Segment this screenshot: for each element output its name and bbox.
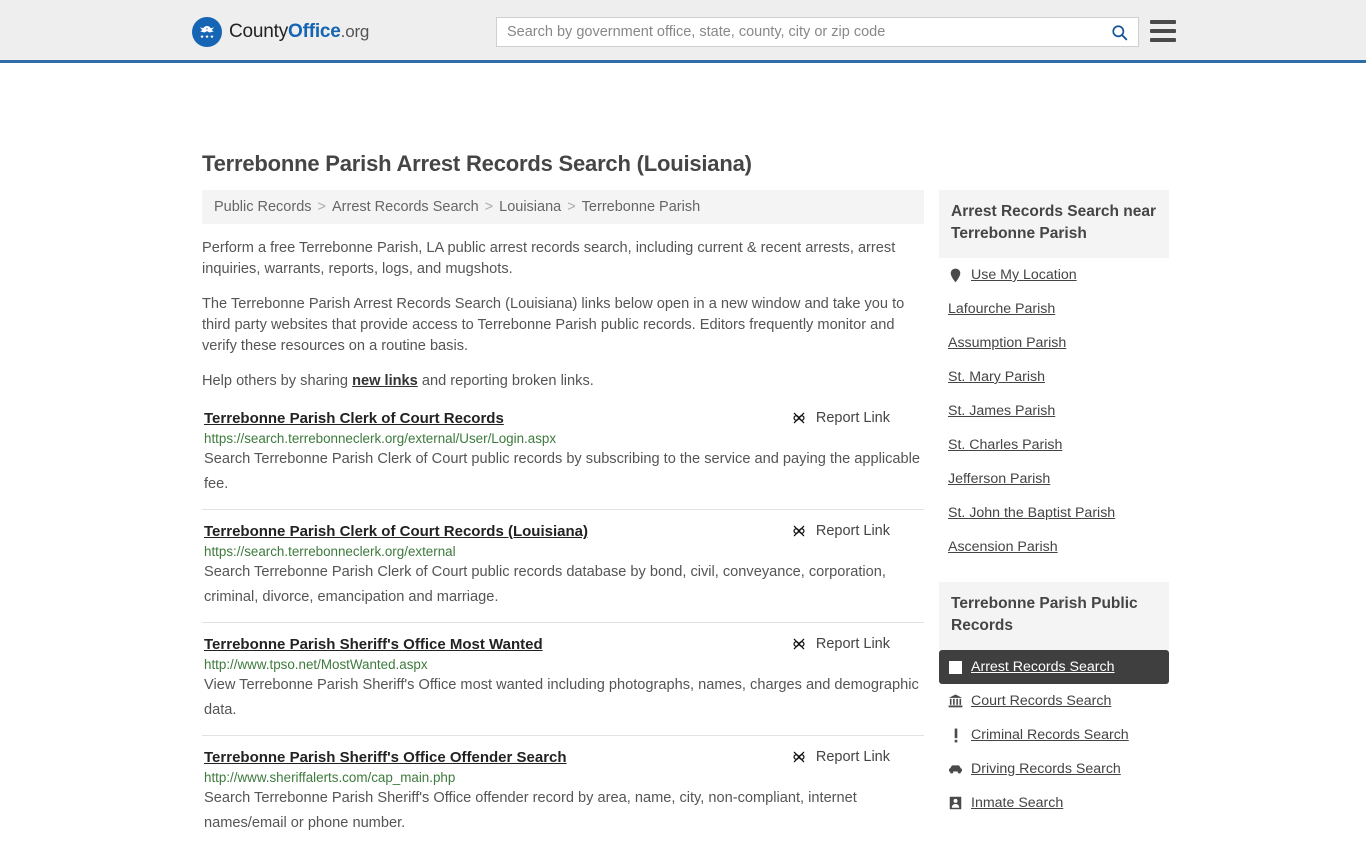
sidebar-link-label[interactable]: Jefferson Parish: [948, 471, 1050, 487]
intro-paragraph-2: The Terrebonne Parish Arrest Records Sea…: [202, 296, 905, 354]
sidebar-item-jefferson-parish[interactable]: Jefferson Parish: [939, 462, 1169, 496]
result-description: Search Terrebonne Parish Sheriff's Offic…: [204, 790, 857, 831]
report-link-label: Report Link: [815, 410, 890, 426]
broken-link-icon: [793, 412, 805, 424]
sidebar-link-label[interactable]: Use My Location: [971, 267, 1077, 283]
result-description: View Terrebonne Parish Sheriff's Office …: [204, 677, 919, 718]
inmate-icon: [948, 796, 963, 810]
broken-link-icon: [793, 525, 805, 537]
result-title[interactable]: Terrebonne Parish Clerk of Court Records: [204, 410, 504, 427]
intro-p3-before: Help others by sharing: [202, 373, 353, 389]
public-records-list: Arrest Records Search Court Records Sear…: [939, 650, 1169, 820]
page-title: Terrebonne Parish Arrest Records Search …: [202, 151, 752, 176]
sidebar-link-label[interactable]: Criminal Records Search: [971, 727, 1129, 743]
report-link-button[interactable]: Report Link: [791, 636, 890, 652]
sidebar-item-criminal-records-search[interactable]: Criminal Records Search: [939, 718, 1169, 752]
result-description: Search Terrebonne Parish Clerk of Court …: [204, 451, 921, 492]
sidebar-item-driving-records-search[interactable]: Driving Records Search: [939, 752, 1169, 786]
logo-text-org: .org: [340, 22, 370, 41]
breadcrumb: Public Records > Arrest Records Search > Lou…: [202, 190, 924, 224]
sidebar-link-label[interactable]: St. Charles Parish: [948, 437, 1062, 453]
breadcrumb-separator: >: [317, 199, 326, 215]
intro-p3-after: and reporting broken links.: [417, 373, 594, 389]
intro-paragraph-1: Perform a free Terrebonne Parish, LA pub…: [202, 240, 896, 277]
report-link-label: Report Link: [815, 749, 890, 765]
report-link-button[interactable]: Report Link: [791, 523, 890, 539]
result-url[interactable]: https://search.terrebonneclerk.org/exter…: [204, 431, 924, 446]
sidebar-link-label[interactable]: Driving Records Search: [971, 761, 1121, 777]
report-link-button[interactable]: Report Link: [791, 749, 890, 765]
car-icon: [948, 764, 963, 775]
result-item: Terrebonne Parish Sheriff's Office Offen…: [202, 735, 924, 848]
sidebar-item-st-mary-parish[interactable]: St. Mary Parish: [939, 360, 1169, 394]
sidebar-link-label[interactable]: Lafourche Parish: [948, 301, 1055, 317]
report-link-label: Report Link: [815, 636, 890, 652]
sidebar-link-label[interactable]: St. John the Baptist Parish: [948, 505, 1115, 521]
sidebar-item-ascension-parish[interactable]: Ascension Parish: [939, 530, 1169, 564]
sidebar-item-assumption-parish[interactable]: Assumption Parish: [939, 326, 1169, 360]
sidebar-item-st-james-parish[interactable]: St. James Parish: [939, 394, 1169, 428]
site-logo[interactable]: CountyOffice.org: [192, 17, 369, 47]
logo-text-county: County: [229, 21, 289, 42]
courthouse-icon: [948, 694, 963, 708]
sidebar-link-label[interactable]: Arrest Records Search: [971, 659, 1115, 675]
site-header: CountyOffice.org: [0, 0, 1366, 63]
hamburger-menu-icon[interactable]: [1150, 20, 1176, 42]
breadcrumb-item-0[interactable]: Public Records: [214, 199, 312, 215]
nearby-panel-heading: Arrest Records Search near Terrebonne Pa…: [939, 190, 1169, 258]
intro-text: Perform a free Terrebonne Parish, LA pub…: [202, 224, 924, 392]
sidebar-link-label[interactable]: Court Records Search: [971, 693, 1111, 709]
search-button[interactable]: [1100, 18, 1138, 46]
search-icon: [1111, 24, 1127, 40]
result-item: Terrebonne Parish Clerk of Court Records…: [202, 406, 924, 509]
main-content: Public Records > Arrest Records Search > Lou…: [202, 190, 924, 848]
report-link-label: Report Link: [815, 523, 890, 539]
sidebar-link-label[interactable]: Assumption Parish: [948, 335, 1066, 351]
search-bar: [496, 17, 1139, 47]
result-title[interactable]: Terrebonne Parish Clerk of Court Records…: [204, 523, 588, 540]
broken-link-icon: [793, 751, 805, 763]
result-title[interactable]: Terrebonne Parish Sheriff's Office Most …: [204, 636, 543, 653]
breadcrumb-separator: >: [484, 199, 494, 215]
logo-text-office: Office: [288, 21, 341, 42]
results-list: Terrebonne Parish Clerk of Court Records…: [202, 406, 924, 848]
result-item: Terrebonne Parish Sheriff's Office Most …: [202, 622, 924, 735]
sidebar-item-inmate-search[interactable]: Inmate Search: [939, 786, 1169, 820]
breadcrumb-separator: >: [567, 199, 576, 215]
result-item: Terrebonne Parish Clerk of Court Records…: [202, 509, 924, 622]
sidebar-item-st-john-the-baptist-parish[interactable]: St. John the Baptist Parish: [939, 496, 1169, 530]
map-pin-icon: [948, 268, 963, 283]
breadcrumb-item-2[interactable]: Louisiana: [499, 199, 561, 215]
sidebar-item-use-my-location[interactable]: Use My Location: [939, 258, 1169, 292]
result-title[interactable]: Terrebonne Parish Sheriff's Office Offen…: [204, 749, 567, 766]
result-url[interactable]: http://www.tpso.net/MostWanted.aspx: [204, 657, 924, 672]
sidebar-item-st-charles-parish[interactable]: St. Charles Parish: [939, 428, 1169, 462]
new-links-link[interactable]: new links: [352, 373, 418, 389]
result-url[interactable]: http://www.sheriffalerts.com/cap_main.ph…: [204, 770, 924, 785]
breadcrumb-item-3[interactable]: Terrebonne Parish: [582, 199, 701, 215]
sidebar-link-label[interactable]: St. James Parish: [948, 403, 1055, 419]
report-link-button[interactable]: Report Link: [791, 410, 890, 426]
search-input[interactable]: [497, 18, 1100, 46]
eagle-seal-icon: [192, 17, 222, 47]
result-description: Search Terrebonne Parish Clerk of Court …: [204, 564, 886, 605]
sidebar: Arrest Records Search near Terrebonne Pa…: [939, 190, 1169, 820]
sidebar-item-court-records-search[interactable]: Court Records Search: [939, 684, 1169, 718]
sidebar-item-lafourche-parish[interactable]: Lafourche Parish: [939, 292, 1169, 326]
breadcrumb-item-1[interactable]: Arrest Records Search: [332, 199, 479, 215]
exclamation-icon: [948, 728, 963, 743]
nearby-list: Use My Location Lafourche Parish Assumpt…: [939, 258, 1169, 564]
public-records-panel-heading: Terrebonne Parish Public Records: [939, 582, 1169, 650]
result-url[interactable]: https://search.terrebonneclerk.org/exter…: [204, 544, 924, 559]
sidebar-link-label[interactable]: St. Mary Parish: [948, 369, 1045, 385]
site-logo-text: CountyOffice.org: [229, 21, 369, 43]
sidebar-link-label[interactable]: Ascension Parish: [948, 539, 1058, 555]
sidebar-link-label[interactable]: Inmate Search: [971, 795, 1063, 811]
broken-link-icon: [793, 638, 805, 650]
intro-paragraph-3: Help others by sharing new links and rep…: [202, 371, 924, 392]
square-icon: [948, 660, 963, 674]
sidebar-item-arrest-records-search[interactable]: Arrest Records Search: [939, 650, 1169, 684]
